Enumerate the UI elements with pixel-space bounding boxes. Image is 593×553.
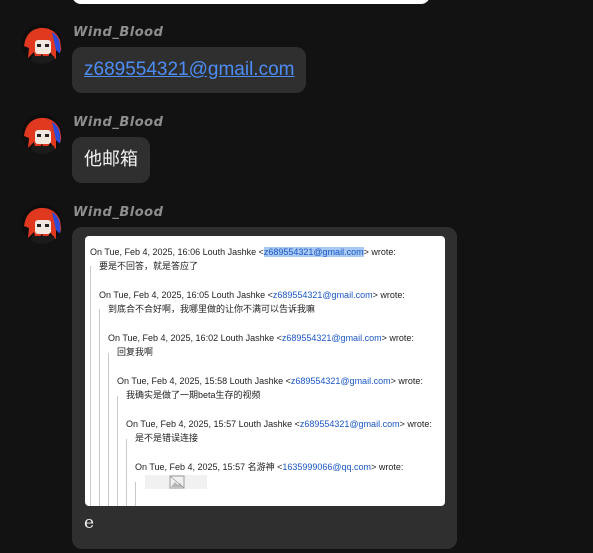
quote-body: 到底合不合好啊，我哪里做的让你不满可以告诉我嘛 [108, 304, 316, 314]
avatar-anime-icon [22, 24, 62, 64]
broken-image-placeholder [145, 475, 207, 489]
previous-message-bubble [72, 0, 430, 4]
quote-bar [135, 482, 136, 506]
image-caption: e [84, 513, 95, 533]
avatar[interactable] [22, 204, 62, 244]
username[interactable]: Wind_Blood [73, 25, 163, 40]
quote-bar [90, 266, 91, 506]
quote-body: 是不是错误连接 [135, 433, 199, 443]
quote-body: 回复我啊 [117, 347, 154, 357]
username[interactable]: Wind_Blood [73, 205, 163, 220]
email-screenshot-image[interactable]: On Tue, Feb 4, 2025, 16:06 Louth Jashke … [85, 236, 445, 506]
quote-header: On Tue, Feb 4, 2025, 16:06 Louth Jashke … [90, 247, 396, 257]
quote-header: On Tue, Feb 4, 2025, 16:05 Louth Jashke … [99, 290, 405, 300]
quote-body: 要是不回答，就是答应了 [99, 261, 199, 271]
quote-bar [117, 396, 118, 506]
message-bubble: 他邮箱 [72, 137, 150, 183]
avatar-anime-icon [22, 204, 62, 244]
email-link[interactable]: z689554321@gmail.com [72, 47, 306, 93]
broken-image-icon [169, 475, 185, 489]
avatar[interactable] [22, 114, 62, 154]
avatar[interactable] [22, 24, 62, 64]
username[interactable]: Wind_Blood [73, 115, 163, 130]
quote-header: On Tue, Feb 4, 2025, 16:02 Louth Jashke … [108, 333, 414, 343]
avatar-anime-icon [22, 114, 62, 154]
quote-bar [126, 439, 127, 506]
quote-bar [108, 353, 109, 506]
message-bubble: On Tue, Feb 4, 2025, 16:06 Louth Jashke … [72, 227, 457, 549]
quote-bar [99, 309, 100, 506]
message-bubble: z689554321@gmail.com [72, 47, 307, 93]
quote-body: 我确实是做了一期beta生存的视频 [126, 390, 261, 400]
quote-header: On Tue, Feb 4, 2025, 15:57 名游神 <16359990… [135, 462, 404, 472]
message-text: 他邮箱 [84, 149, 138, 170]
quote-header: On Tue, Feb 4, 2025, 15:57 Louth Jashke … [126, 419, 432, 429]
quote-header: On Tue, Feb 4, 2025, 15:58 Louth Jashke … [117, 376, 423, 386]
